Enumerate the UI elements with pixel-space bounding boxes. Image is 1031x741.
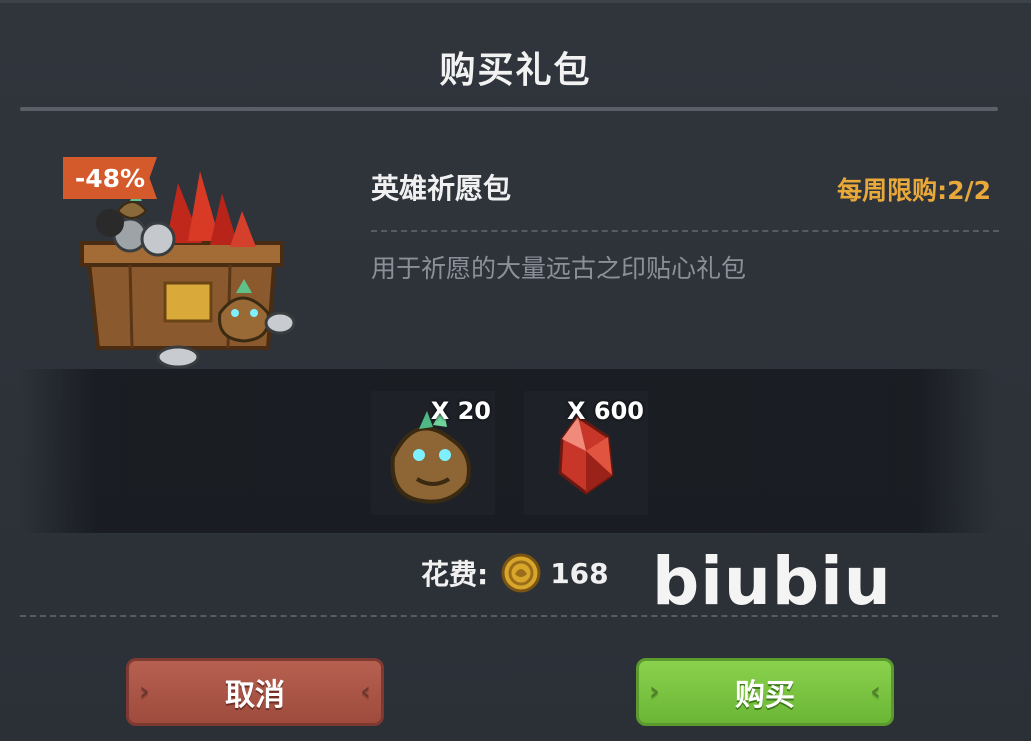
item-slot-seal[interactable]: X 20 <box>371 391 495 515</box>
cost-label: 花费: <box>421 558 489 591</box>
weekly-limit: 每周限购:2/2 <box>837 176 991 205</box>
buy-button-label: 购买 <box>735 678 795 713</box>
dialog-title: 购买礼包 <box>439 50 592 91</box>
chevron-left-icon: ‹ <box>360 677 371 707</box>
info-divider <box>371 230 999 232</box>
chevron-left-icon: ‹ <box>870 677 881 707</box>
footer-divider <box>20 615 998 617</box>
cancel-button[interactable]: › 取消 ‹ <box>126 658 384 726</box>
item-slot-crystal[interactable]: X 600 <box>524 391 648 515</box>
pack-name: 英雄祈愿包 <box>371 172 512 205</box>
chevron-right-icon: › <box>649 677 660 707</box>
pack-description: 用于祈愿的大量远古之印贴心礼包 <box>371 254 747 283</box>
discount-badge: -48% <box>63 157 157 199</box>
cancel-button-label: 取消 <box>225 678 285 713</box>
cost-amount: 168 <box>550 556 609 590</box>
gold-coin-icon <box>501 553 541 593</box>
cost-row: 花费: 168 <box>421 551 609 595</box>
item-quantity: X 20 <box>430 397 491 425</box>
items-band <box>20 369 995 533</box>
item-quantity: X 600 <box>567 397 644 425</box>
purchase-pack-dialog: 购买礼包 -48% 英雄祈愿包 每周限购:2/2 用于祈愿的大量远古之印贴心礼包 <box>0 0 1031 741</box>
watermark: biubiu <box>652 543 892 620</box>
chevron-right-icon: › <box>139 677 150 707</box>
buy-button[interactable]: › 购买 ‹ <box>636 658 894 726</box>
title-divider <box>20 107 998 111</box>
